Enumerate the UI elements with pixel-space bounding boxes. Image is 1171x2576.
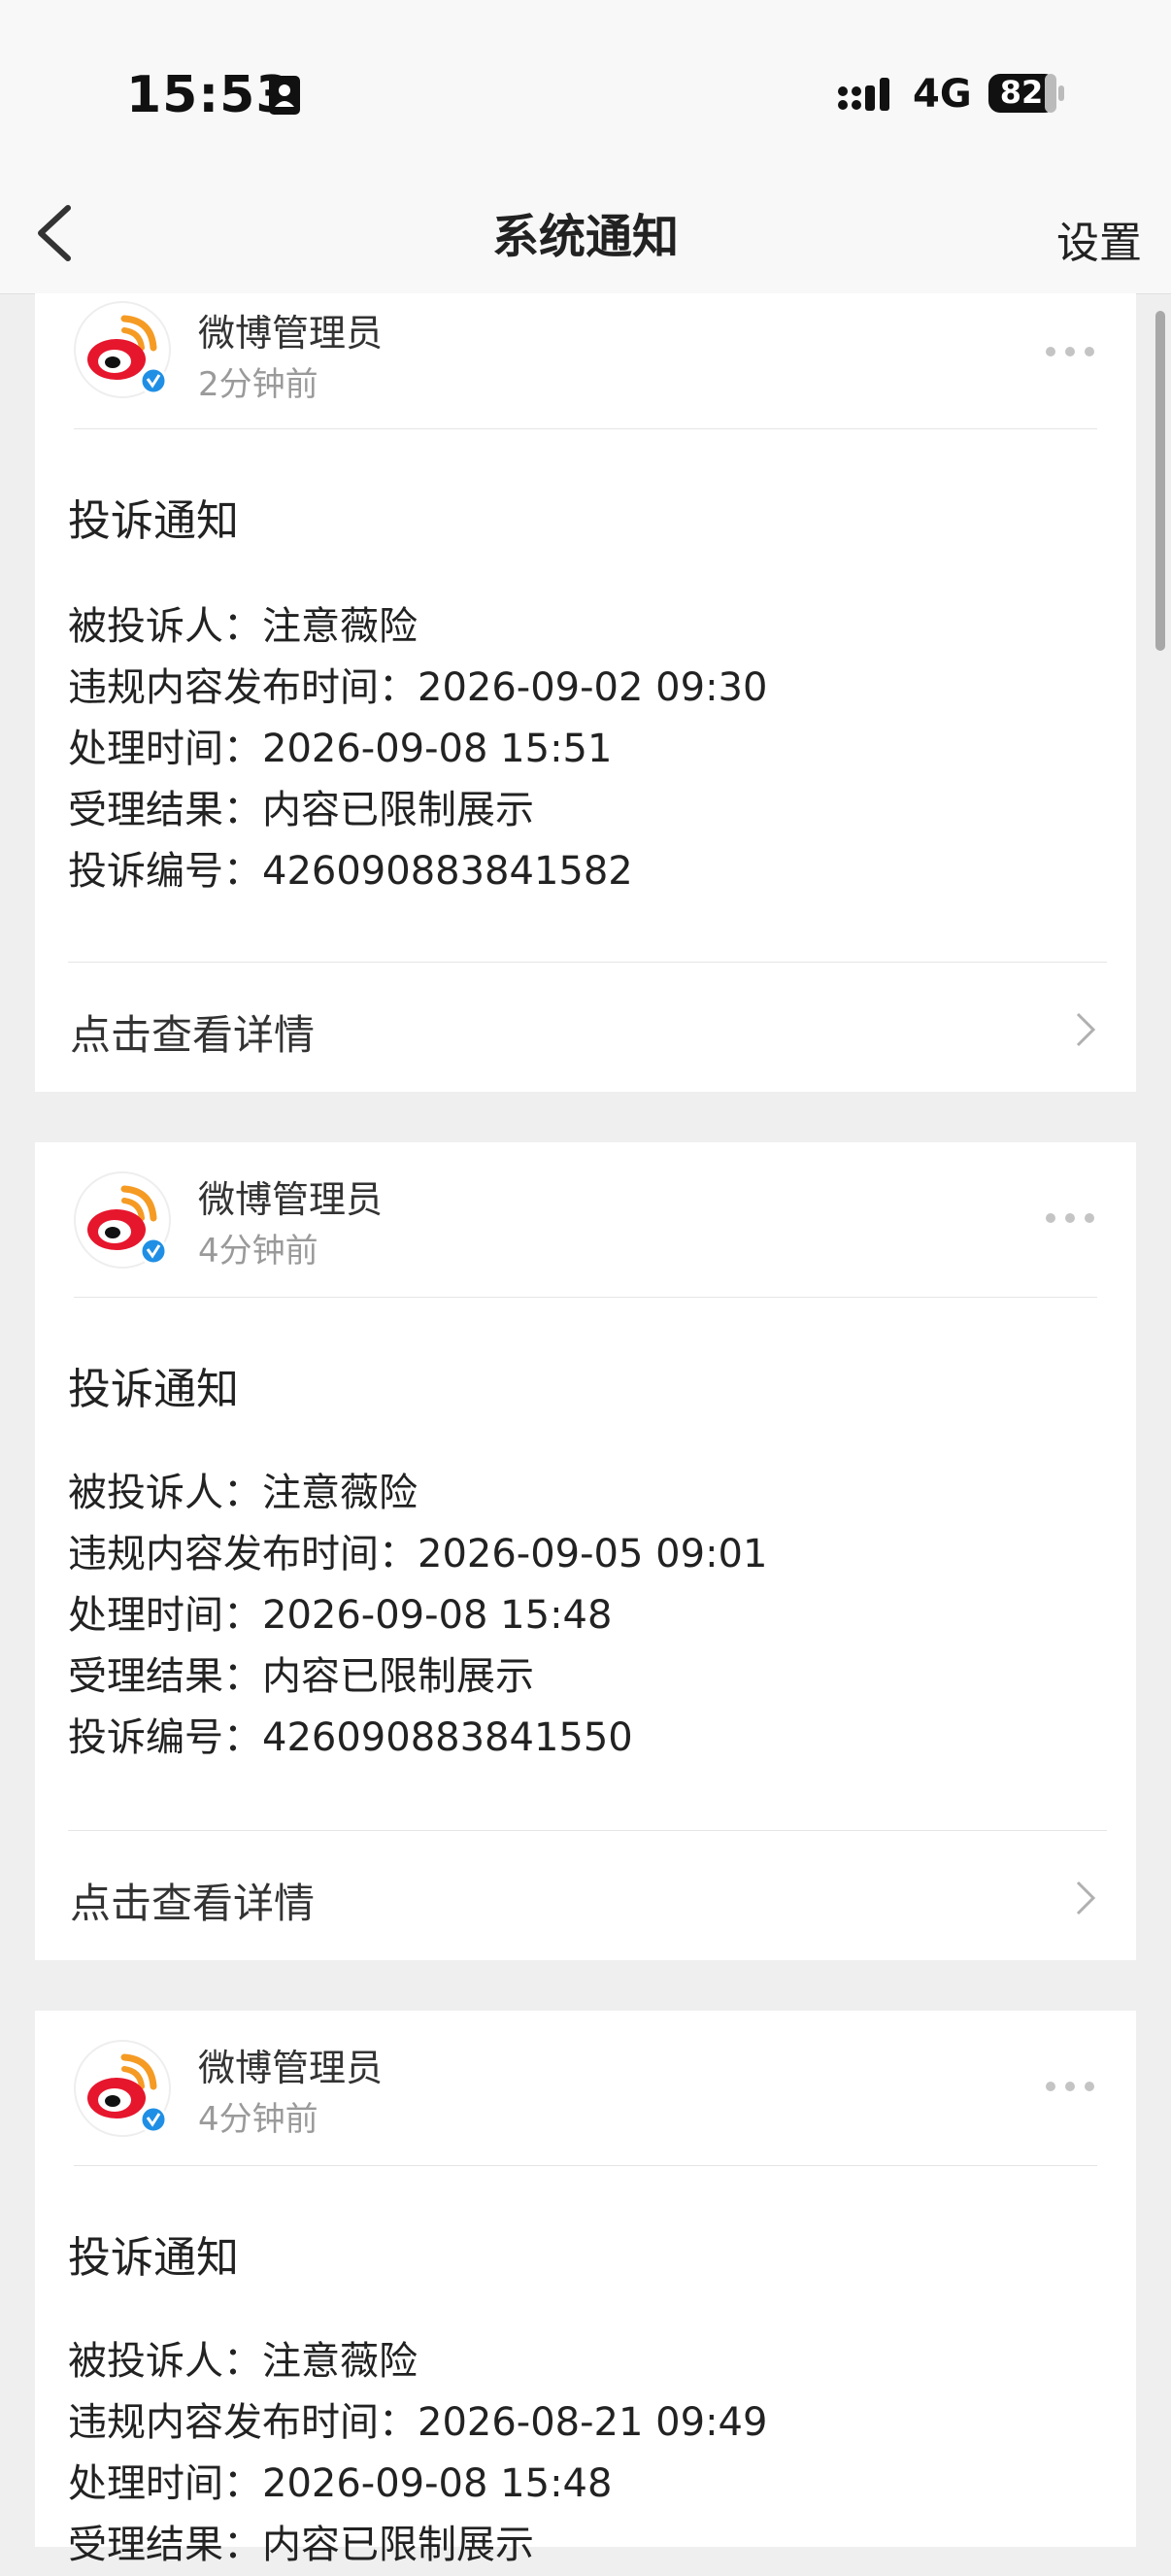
detail-line: 受理结果：内容已限制展示 [68, 2523, 534, 2567]
view-details-label: 点击查看详情 [70, 1011, 316, 1059]
post-time: 2分钟前 [198, 365, 318, 404]
detail-line: 投诉编号：426090883841582 [68, 849, 633, 894]
chevron-right-icon [1076, 1012, 1096, 1047]
detail-line: 投诉编号：426090883841550 [68, 1715, 633, 1760]
weibo-admin-avatar[interactable] [74, 2040, 171, 2137]
nav-bar: 系统通知 设置 [0, 175, 1171, 294]
chevron-right-icon [1076, 1881, 1096, 1915]
notification-title: 投诉通知 [68, 2233, 239, 2283]
view-details-label: 点击查看详情 [70, 1880, 316, 1927]
divider [74, 1297, 1097, 1298]
weibo-admin-avatar[interactable] [74, 301, 171, 398]
detail-line: 违规内容发布时间：2026-08-21 09:49 [68, 2400, 768, 2445]
divider [74, 2165, 1097, 2166]
card-header: 微博管理员 4分钟前 [35, 1142, 1136, 1298]
detail-line: 被投诉人：注意薇险 [68, 604, 418, 649]
divider [68, 962, 1107, 963]
detail-line: 处理时间：2026-09-08 15:48 [68, 2461, 613, 2506]
card-header: 微博管理员 2分钟前 [35, 293, 1136, 429]
detail-line: 被投诉人：注意薇险 [68, 2339, 418, 2384]
sender-name[interactable]: 微博管理员 [198, 2038, 383, 2091]
notification-card: 微博管理员 4分钟前 投诉通知 被投诉人：注意薇险 违规内容发布时间：2026-… [35, 1142, 1136, 1960]
sender-name[interactable]: 微博管理员 [198, 1169, 383, 1223]
status-bar: 15:53 4G 82 [0, 0, 1171, 175]
divider [74, 428, 1097, 429]
network-type: 4G [913, 72, 972, 117]
notification-details: 被投诉人：注意薇险 违规内容发布时间：2026-09-02 09:30 处理时间… [68, 596, 767, 902]
contact-card-icon [269, 76, 300, 115]
notification-title: 投诉通知 [68, 496, 239, 546]
cellular-signal-icon [838, 78, 889, 111]
detail-line: 被投诉人：注意薇险 [68, 1471, 418, 1515]
detail-line: 受理结果：内容已限制展示 [68, 788, 534, 832]
post-time: 4分钟前 [198, 2100, 318, 2139]
detail-line: 违规内容发布时间：2026-09-02 09:30 [68, 665, 768, 710]
more-options-icon[interactable] [1043, 342, 1097, 361]
sender-name[interactable]: 微博管理员 [198, 303, 383, 356]
detail-line: 违规内容发布时间：2026-09-05 09:01 [68, 1532, 768, 1576]
scrollbar[interactable] [1155, 311, 1165, 651]
detail-line: 受理结果：内容已限制展示 [68, 1654, 534, 1699]
view-details-row[interactable]: 点击查看详情 [35, 964, 1136, 1092]
weibo-admin-avatar[interactable] [74, 1171, 171, 1269]
view-details-row[interactable]: 点击查看详情 [35, 1832, 1136, 1960]
more-options-icon[interactable] [1043, 1208, 1097, 1228]
card-header: 微博管理员 4分钟前 [35, 2011, 1136, 2166]
notification-title: 投诉通知 [68, 1365, 239, 1414]
more-options-icon[interactable] [1043, 2077, 1097, 2096]
notification-card: 微博管理员 4分钟前 投诉通知 被投诉人：注意薇险 违规内容发布时间：2026-… [35, 2011, 1136, 2567]
battery-level: 82 [999, 74, 1044, 111]
divider [68, 1830, 1107, 1831]
post-time: 4分钟前 [198, 1232, 318, 1271]
detail-line: 处理时间：2026-09-08 15:48 [68, 1593, 613, 1638]
settings-button[interactable]: 设置 [1056, 208, 1142, 270]
notification-details: 被投诉人：注意薇险 违规内容发布时间：2026-09-05 09:01 处理时间… [68, 1463, 767, 1769]
notification-details: 被投诉人：注意薇险 违规内容发布时间：2026-08-21 09:49 处理时间… [68, 2331, 767, 2576]
detail-line: 处理时间：2026-09-08 15:51 [68, 727, 613, 771]
page-title: 系统通知 [491, 210, 679, 264]
notification-card: 微博管理员 2分钟前 投诉通知 被投诉人：注意薇险 违规内容发布时间：2026-… [35, 293, 1136, 1092]
